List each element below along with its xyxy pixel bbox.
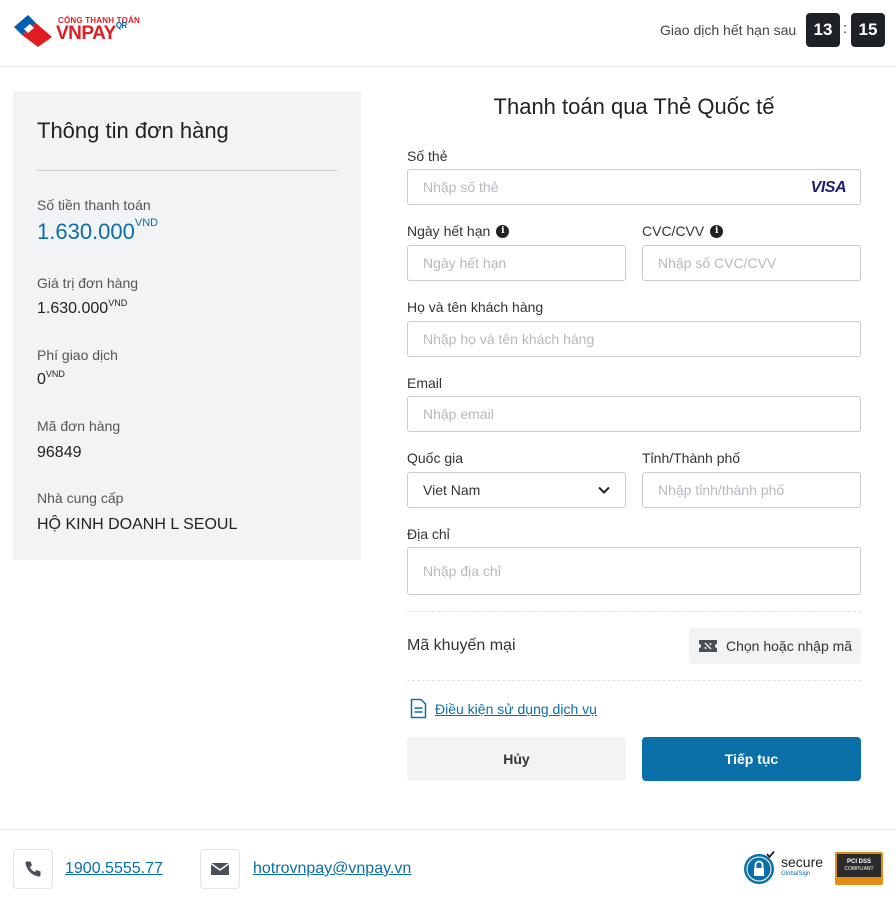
- terms-link-text[interactable]: Điều kiện sử dụng dịch vụ: [435, 701, 597, 717]
- promo-button-label: Chọn hoặc nhập mã: [726, 638, 853, 654]
- promo-code-button[interactable]: Chọn hoặc nhập mã: [689, 628, 861, 664]
- timer-seconds: 15: [851, 13, 885, 47]
- visa-logo: VISA: [810, 179, 847, 196]
- email-input[interactable]: [423, 406, 845, 422]
- transaction-fee-label: Phí giao dịch: [37, 347, 118, 363]
- pci-badge-stripe: [837, 877, 881, 883]
- expiry-input[interactable]: [423, 255, 610, 271]
- customer-name-field[interactable]: [407, 321, 861, 357]
- phone-icon: [13, 849, 53, 889]
- info-icon[interactable]: i: [496, 224, 510, 238]
- form-title: Thanh toán qua Thẻ Quốc tế: [493, 94, 775, 119]
- transaction-fee-value: 0VND: [37, 369, 65, 388]
- address-label: Địa chỉ: [407, 526, 450, 542]
- currency-unit: VND: [108, 298, 128, 308]
- info-icon[interactable]: i: [710, 224, 724, 238]
- footer: 1900.5555.77 hotrovnpay@vnpay.vn secure …: [0, 829, 896, 899]
- expire-label: Giao dịch hết hạn sau: [660, 22, 797, 38]
- promo-label: Mã khuyến mại: [407, 637, 516, 654]
- customer-name-input[interactable]: [423, 331, 845, 347]
- currency-unit: VND: [45, 369, 65, 379]
- globalsign-secure-badge: secure GlobalSign: [743, 851, 829, 885]
- expiry-label: Ngày hết hạn i: [407, 223, 510, 239]
- email-field[interactable]: [407, 396, 861, 432]
- terms-link[interactable]: Điều kiện sử dụng dịch vụ: [410, 698, 597, 719]
- city-input[interactable]: [658, 482, 845, 498]
- currency-unit: VND: [134, 217, 159, 229]
- city-field[interactable]: [642, 472, 861, 508]
- pci-badge-line1: PCI DSS: [846, 859, 871, 865]
- provider-value: HỘ KINH DOANH L SEOUL: [37, 516, 238, 533]
- support-phone-link[interactable]: 1900.5555.77: [65, 860, 163, 878]
- provider-label: Nhà cung cấp: [37, 490, 124, 506]
- support-email-link[interactable]: hotrovnpay@vnpay.vn: [253, 860, 411, 878]
- country-label: Quốc gia: [407, 450, 464, 466]
- secure-lock-icon: [744, 851, 775, 884]
- payment-amount-value: 1.630.000VND: [37, 217, 159, 244]
- vnpay-logo-icon: [14, 15, 52, 47]
- mail-icon: [200, 849, 240, 889]
- logo-brand: VNPAYQR: [56, 20, 128, 44]
- city-label: Tỉnh/Thành phố: [642, 450, 741, 466]
- continue-button[interactable]: Tiếp tục: [642, 737, 861, 781]
- pci-badge-line2: COMPLIANT: [844, 866, 874, 872]
- card-number-field[interactable]: VISA: [407, 169, 861, 205]
- order-divider: [37, 170, 337, 171]
- document-icon: [410, 698, 427, 719]
- cvc-input[interactable]: [658, 255, 845, 271]
- customer-name-label: Họ và tên khách hàng: [407, 299, 544, 315]
- email-label: Email: [407, 375, 443, 391]
- order-id-label: Mã đơn hàng: [37, 418, 121, 434]
- header: CỔNG THANH TOÁN VNPAYQR Giao dịch hết hạ…: [0, 0, 896, 67]
- secure-badge-subtitle: GlobalSign: [781, 871, 811, 877]
- ticket-icon: [699, 640, 717, 652]
- chevron-down-icon: [598, 486, 610, 494]
- divider: [407, 680, 861, 681]
- address-field[interactable]: [407, 547, 861, 595]
- divider: [407, 611, 861, 612]
- payment-amount-label: Số tiền thanh toán: [37, 197, 151, 213]
- vnpay-logo[interactable]: CỔNG THANH TOÁN VNPAYQR: [12, 13, 140, 49]
- expiry-field[interactable]: [407, 245, 626, 281]
- timer-minutes: 13: [806, 13, 840, 47]
- order-value-label: Giá trị đơn hàng: [37, 275, 139, 291]
- logo-suffix: QR: [115, 20, 128, 30]
- cancel-button[interactable]: Hủy: [407, 737, 626, 781]
- address-input[interactable]: [423, 563, 845, 579]
- timer-separator: :: [843, 20, 848, 37]
- card-number-input[interactable]: [423, 179, 845, 195]
- cvc-field[interactable]: [642, 245, 861, 281]
- order-info-panel: Thông tin đơn hàng Số tiền thanh toán 1.…: [13, 91, 361, 560]
- pci-dss-badge: PCI DSS COMPLIANT: [835, 852, 883, 885]
- cvc-label: CVC/CVV i: [642, 223, 724, 239]
- order-id-value: 96849: [37, 444, 82, 461]
- secure-badge-title: secure: [781, 854, 824, 870]
- country-selected-value: Viet Nam: [423, 482, 481, 498]
- order-value: 1.630.000VND: [37, 298, 128, 317]
- country-select[interactable]: Viet Nam: [407, 472, 626, 508]
- order-info-title: Thông tin đơn hàng: [37, 118, 229, 143]
- card-number-label: Số thẻ: [407, 148, 448, 164]
